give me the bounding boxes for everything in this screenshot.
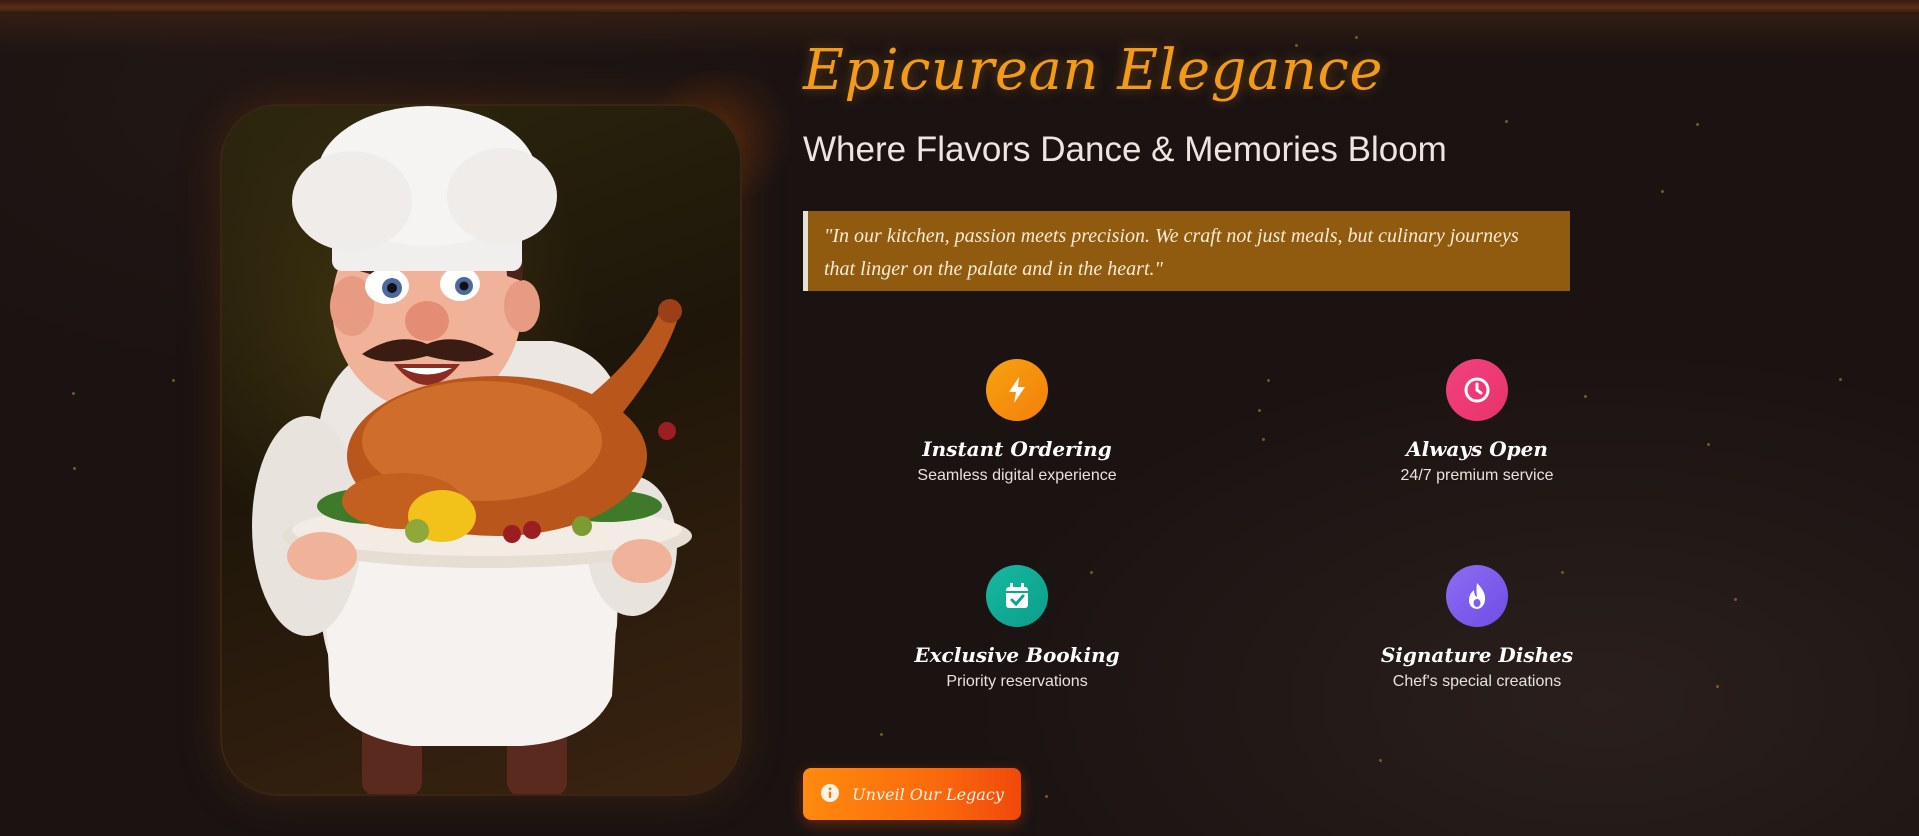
chef-illustration-card xyxy=(220,104,742,796)
page-subtitle: Where Flavors Dance & Memories Bloom xyxy=(803,130,1447,169)
lightning-icon xyxy=(986,359,1048,421)
feature-instant-ordering: Instant Ordering Seamless digital experi… xyxy=(867,359,1167,485)
feature-title: Always Open xyxy=(1406,437,1548,461)
top-border-bar xyxy=(0,0,1919,14)
feature-exclusive-booking: Exclusive Booking Priority reservations xyxy=(867,565,1167,691)
flame-icon xyxy=(1446,565,1508,627)
chef-with-roast-turkey-illustration xyxy=(252,106,692,794)
clock-icon xyxy=(1446,359,1508,421)
feature-description: Seamless digital experience xyxy=(917,467,1117,484)
chef-quote-text: "In our kitchen, passion meets precision… xyxy=(824,225,1519,280)
feature-title: Signature Dishes xyxy=(1380,643,1574,667)
cta-label: Unveil Our Legacy xyxy=(852,784,1004,804)
feature-description: 24/7 premium service xyxy=(1400,467,1554,484)
feature-title: Instant Ordering xyxy=(922,437,1112,461)
brand-title: Epicurean Elegance xyxy=(803,38,1383,103)
info-circle-icon xyxy=(820,783,840,806)
feature-title: Exclusive Booking xyxy=(914,643,1120,667)
feature-description: Chef's special creations xyxy=(1392,673,1562,690)
chef-quote: "In our kitchen, passion meets precision… xyxy=(803,211,1570,291)
calendar-check-icon xyxy=(986,565,1048,627)
feature-signature-dishes: Signature Dishes Chef's special creation… xyxy=(1327,565,1627,691)
feature-description: Priority reservations xyxy=(946,673,1088,690)
unveil-legacy-button[interactable]: Unveil Our Legacy xyxy=(803,768,1021,820)
feature-always-open: Always Open 24/7 premium service xyxy=(1327,359,1627,485)
